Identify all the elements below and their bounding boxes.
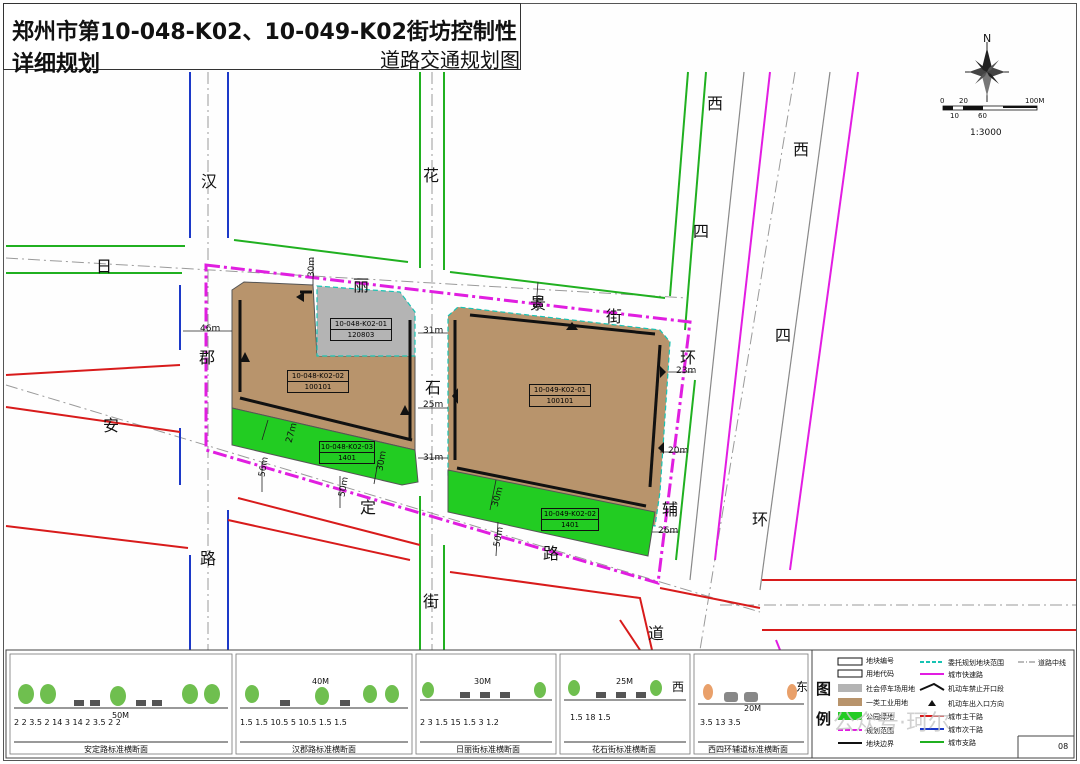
land-code: 1401 [338, 454, 356, 462]
road-label-ri: 日 [96, 257, 113, 276]
section-4-width: 25M [616, 677, 634, 686]
expressway [714, 71, 859, 651]
parcel-label-048-01: 10-048-K02-01 120803 [330, 318, 392, 341]
road-label-li: 丽 [353, 276, 370, 295]
parcel-code: 10-049-K02-01 [530, 385, 590, 396]
legend-title-2: 例 [816, 710, 832, 728]
scale-bar [942, 105, 1038, 111]
parcel-code: 10-048-K02-02 [288, 371, 348, 382]
road-label-si1: 四 [693, 222, 710, 241]
north-label: N [983, 32, 992, 45]
legend-item: 地块边界 [866, 740, 894, 748]
title-block: 郑州市第10-048-K02、10-049-K02街坊控制性详细规划 道路交通规… [3, 3, 521, 77]
section-1-name: 安定路标准横断面 [84, 745, 148, 754]
parcel-code: 10-049-K02-02 [542, 510, 598, 520]
legend-item: 地块编号 [866, 657, 894, 665]
section-2-width: 40M [312, 677, 330, 686]
road-label-xi1: 西 [707, 94, 724, 113]
section-5-name: 西四环辅道标准横断面 [708, 745, 788, 754]
dim-46m: 46m [200, 324, 221, 334]
land-code: 1401 [561, 521, 579, 529]
page-number: 08 [1058, 742, 1069, 751]
road-label-jie1: 街 [423, 592, 440, 611]
scale-tick-60: 60 [978, 112, 987, 120]
section-2-dims: 1.5 1.5 10.5 5 10.5 1.5 1.5 [240, 718, 347, 727]
section-west-label: 西 [672, 680, 685, 694]
scale-tick-20: 20 [959, 97, 968, 105]
road-label-lu1: 路 [200, 549, 217, 568]
section-4-dims: 1.5 18 1.5 [570, 713, 611, 722]
legend-item: 委托规划地块范围 [948, 659, 1004, 667]
map-subtitle: 道路交通规划图 [380, 48, 520, 72]
legend-item: 社会停车场用地 [866, 685, 915, 693]
dim-23m: 23m [676, 366, 697, 376]
section-3-name: 日丽街标准横断面 [456, 745, 520, 754]
legend-item: 机动车出入口方向 [948, 700, 1004, 708]
dim-20m: 20m [668, 446, 689, 456]
land-code: 100101 [546, 397, 574, 405]
legend-item: 机动车禁止开口段 [948, 685, 1004, 693]
section-4-name: 花石街标准横断面 [592, 745, 656, 754]
legend-item: 城市支路 [948, 739, 976, 747]
legend-item: 用地代码 [866, 670, 894, 678]
parcel-label-049-01: 10-049-K02-01 100101 [529, 384, 591, 407]
road-label-ding: 定 [360, 498, 377, 517]
section-3-dims: 2 3 1.5 15 1.5 3 1.2 [420, 718, 499, 727]
legend-item: 城市次干路 [948, 726, 983, 734]
scale-tick-10: 10 [950, 112, 959, 120]
road-label-an: 安 [103, 416, 120, 435]
road-label-huan1: 环 [680, 348, 697, 367]
legend-title-1: 图 [816, 680, 832, 698]
road-label-hua: 花 [423, 166, 440, 185]
parcel-label-048-03: 10-048-K02-03 1401 [319, 441, 375, 464]
dim-31m-b: 31m [423, 453, 444, 463]
road-label-jun: 郡 [199, 348, 216, 367]
road-label-han: 汉 [201, 172, 218, 191]
parcel-code: 10-048-K02-03 [320, 443, 374, 453]
road-label-si2: 四 [775, 326, 792, 345]
scale-ratio: 1:3000 [970, 128, 1002, 138]
section-1-dims: 2 2 3.5 2 14 3 14 2 3.5 2 2 [14, 718, 121, 727]
scale-tick-0: 0 [940, 97, 945, 105]
section-2-name: 汉郡路标准横断面 [292, 745, 356, 754]
section-5-dims: 3.5 13 3.5 [700, 718, 741, 727]
parcel-label-048-02: 10-048-K02-02 100101 [287, 370, 349, 393]
legend-item: 城市快速路 [948, 671, 983, 679]
compass-icon [965, 42, 1009, 102]
road-label-jie2: 街 [606, 307, 623, 326]
dim-25m: 25m [423, 400, 444, 410]
map-canvas [5, 42, 1076, 759]
watermark: 公众号·珂尔 [833, 711, 950, 736]
section-5-width: 20M [744, 704, 762, 713]
legend-item: 道路中线 [1038, 659, 1066, 667]
road-label-shi: 石 [425, 378, 442, 397]
road-label-huan2: 环 [752, 510, 769, 529]
dim-31m-a: 31m [423, 326, 444, 336]
parcels-geometry [231, 281, 671, 557]
road-label-fu: 辅 [662, 500, 679, 519]
parcel-code: 10-048-K02-01 [331, 319, 391, 330]
road-label-xi2: 西 [793, 140, 810, 159]
section-3-width: 30M [474, 677, 492, 686]
legend-item: 城市主干路 [948, 713, 983, 721]
dim-26m: 26m [658, 526, 679, 536]
road-label-dao: 道 [648, 624, 665, 643]
land-code: 120803 [347, 331, 375, 339]
parcel-label-049-02: 10-049-K02-02 1401 [541, 508, 599, 531]
land-code: 100101 [304, 383, 332, 391]
section-east-label: 东 [796, 680, 809, 694]
road-label-lu2: 路 [543, 544, 560, 563]
scale-tick-100: 100M [1025, 97, 1045, 105]
dim-30m-top: 30m [307, 256, 318, 278]
